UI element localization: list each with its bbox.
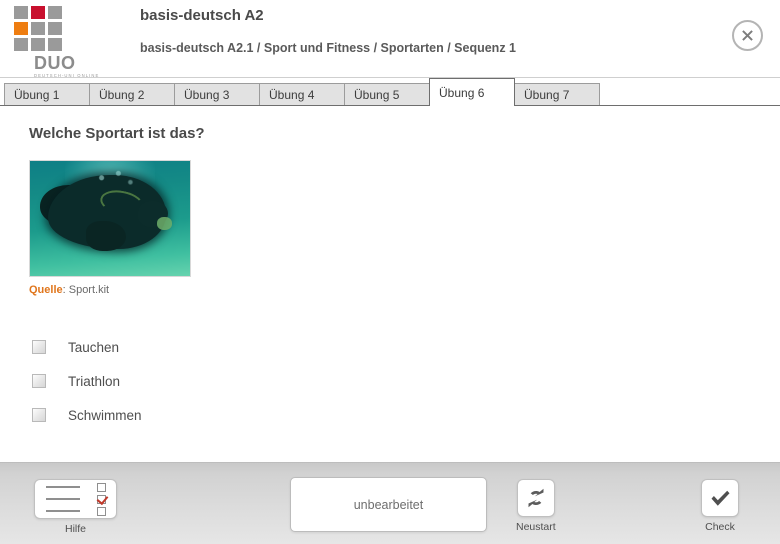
help-icon-checkbox	[96, 482, 106, 492]
restart-button-label: Neustart	[516, 521, 556, 533]
image-bubbles	[92, 169, 140, 191]
help-icon-line	[45, 510, 80, 512]
tab-bar: Übung 1 Übung 2 Übung 3 Übung 4 Übung 5 …	[0, 78, 780, 106]
logo-cell	[14, 38, 28, 51]
logo-cell	[14, 22, 28, 35]
option-schwimmen[interactable]: Schwimmen	[29, 398, 780, 432]
help-button-label: Hilfe	[64, 523, 86, 535]
restart-button[interactable]: Neustart	[516, 479, 556, 533]
image-source-label: Quelle	[29, 284, 63, 296]
tab-uebung-7[interactable]: Übung 7	[514, 83, 600, 105]
tab-uebung-6[interactable]: Übung 6	[429, 78, 515, 106]
help-button[interactable]: Hilfe	[34, 479, 117, 535]
duo-logo: DUO DEUTSCH-UNI ONLINE	[12, 6, 104, 78]
checkmark-icon	[711, 490, 729, 506]
checkbox-triathlon[interactable]	[32, 374, 46, 388]
checkbox-tauchen[interactable]	[32, 340, 46, 354]
check-button-face	[701, 479, 739, 517]
logo-cell	[48, 6, 62, 19]
tab-uebung-5[interactable]: Übung 5	[344, 83, 430, 105]
option-label: Schwimmen	[68, 407, 142, 423]
restart-button-face	[516, 479, 555, 517]
help-icon-row	[45, 494, 106, 504]
tab-uebung-3[interactable]: Übung 3	[174, 83, 260, 105]
tab-uebung-2[interactable]: Übung 2	[89, 83, 175, 105]
image-diver-fin	[86, 221, 126, 251]
help-checklist-icon	[45, 480, 106, 519]
page-title: basis-deutsch A2	[140, 7, 264, 24]
help-button-face	[34, 479, 117, 519]
image-diver-glove	[157, 217, 172, 230]
answer-options: Tauchen Triathlon Schwimmen	[29, 330, 780, 432]
option-label: Triathlon	[68, 373, 121, 389]
logo-cell	[48, 22, 62, 35]
exercise-content: Welche Sportart ist das? Quelle: Sport.k…	[0, 107, 780, 462]
option-tauchen[interactable]: Tauchen	[29, 330, 780, 364]
logo-cell	[31, 22, 45, 35]
tab-uebung-1[interactable]: Übung 1	[4, 83, 90, 105]
help-icon-row	[45, 482, 106, 492]
option-label: Tauchen	[68, 339, 120, 355]
help-icon-checkbox	[96, 506, 106, 516]
image-source: Quelle: Sport.kit	[29, 284, 780, 296]
logo-cell	[31, 38, 45, 51]
checkbox-schwimmen[interactable]	[32, 408, 46, 422]
question-text: Welche Sportart ist das?	[29, 125, 205, 142]
breadcrumb: basis-deutsch A2.1 / Sport und Fitness /…	[140, 41, 516, 55]
close-icon	[742, 30, 753, 41]
logo-cell	[31, 6, 45, 19]
help-icon-checkbox-checked	[96, 494, 106, 504]
refresh-icon	[528, 488, 544, 508]
tab-uebung-4[interactable]: Übung 4	[259, 83, 345, 105]
status-field: unbearbeitet	[290, 477, 487, 532]
help-icon-row	[45, 506, 106, 516]
option-triathlon[interactable]: Triathlon	[29, 364, 780, 398]
logo-wordmark: DUO	[34, 53, 76, 73]
logo-cell	[14, 6, 28, 19]
check-button[interactable]: Check	[701, 479, 739, 533]
help-icon-line	[45, 498, 80, 500]
close-button[interactable]	[732, 20, 763, 51]
image-source-value: : Sport.kit	[62, 284, 110, 296]
exercise-image	[29, 160, 191, 277]
check-button-label: Check	[705, 521, 735, 533]
logo-cell	[48, 38, 62, 51]
app-header: DUO DEUTSCH-UNI ONLINE basis-deutsch A2 …	[0, 0, 780, 78]
logo-grid	[14, 6, 104, 51]
help-icon-line	[45, 486, 80, 488]
